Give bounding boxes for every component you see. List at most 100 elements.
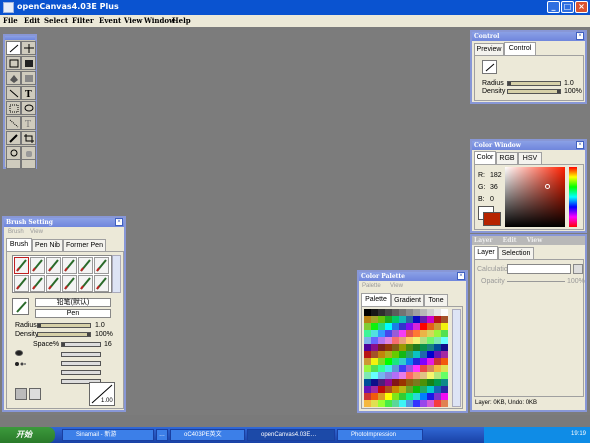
palette-swatch[interactable] [413,400,420,407]
palette-swatch[interactable] [434,309,441,316]
zoom-out-icon[interactable] [21,159,36,169]
tab-brush[interactable]: Brush [6,238,32,251]
palette-swatch[interactable] [434,365,441,372]
tab-hsv[interactable]: HSV [518,152,542,164]
text-select-icon[interactable]: T [21,116,36,130]
color-window-close-icon[interactable]: × [576,141,584,149]
palette-swatch[interactable] [413,330,420,337]
radius-slider[interactable] [507,81,561,86]
brush-menu-brush[interactable]: Brush [8,229,24,235]
brush-preset-icon[interactable] [46,275,61,292]
palette-swatch[interactable] [378,365,385,372]
palette-swatch[interactable] [371,372,378,379]
palette-swatch[interactable] [392,358,399,365]
palette-swatch[interactable] [427,372,434,379]
palette-swatch[interactable] [434,337,441,344]
palette-swatch[interactable] [378,309,385,316]
palette-swatch[interactable] [413,351,420,358]
palette-swatch[interactable] [406,344,413,351]
pressure-density-icon[interactable] [15,361,27,367]
tab-pen-nib[interactable]: Pen Nib [32,239,63,251]
palette-swatch[interactable] [399,344,406,351]
palette-swatch[interactable] [427,365,434,372]
crop-icon[interactable] [21,131,36,145]
palette-swatch[interactable] [399,316,406,323]
calculation-select[interactable] [507,264,571,274]
brush-close-icon[interactable]: × [115,218,123,226]
palette-swatch[interactable] [420,379,427,386]
palette-swatch[interactable] [364,316,371,323]
palette-swatch[interactable] [371,309,378,316]
palette-swatch[interactable] [441,351,448,358]
text-tool-icon[interactable]: T [21,86,36,100]
palette-swatch[interactable] [434,386,441,393]
space-slider[interactable] [61,342,101,347]
palette-swatch[interactable] [420,393,427,400]
layer-menu-edit[interactable]: Edit [503,237,517,244]
brush-preset-icon[interactable] [78,257,93,274]
palette-swatch[interactable] [434,323,441,330]
palette-swatch[interactable] [392,337,399,344]
palette-swatch[interactable] [420,337,427,344]
tab-tone[interactable]: Tone [424,294,448,306]
palette-swatch[interactable] [364,386,371,393]
palette-swatch[interactable] [385,351,392,358]
palette-swatch[interactable] [364,400,371,407]
tab-color[interactable]: Color [474,151,496,164]
tab-selection[interactable]: Selection [498,247,534,259]
palette-swatch[interactable] [434,379,441,386]
palette-swatch[interactable] [378,337,385,344]
brush-preset-icon[interactable] [94,257,109,274]
menu-filter[interactable]: Filter [72,16,94,25]
palette-swatch[interactable] [399,372,406,379]
palette-swatch[interactable] [427,400,434,407]
task-photoimpression[interactable]: PhotoImpression [337,429,423,441]
palette-swatch[interactable] [406,365,413,372]
palette-swatch[interactable] [371,330,378,337]
layer-options-icon[interactable] [573,264,583,274]
palette-swatch[interactable] [392,365,399,372]
palette-swatch[interactable] [364,393,371,400]
palette-swatch[interactable] [441,337,448,344]
palette-swatch[interactable] [427,344,434,351]
tool-palette-grip[interactable] [5,36,35,40]
zoom-in-icon[interactable] [6,159,21,169]
palette-swatch[interactable] [378,351,385,358]
palette-swatch[interactable] [364,372,371,379]
palette-swatch[interactable] [371,323,378,330]
palette-close-icon[interactable]: × [457,272,465,280]
selected-brush-icon[interactable] [12,298,29,315]
palette-swatch[interactable] [385,400,392,407]
brush-name-field[interactable]: 铅笔(默认) [35,298,111,307]
pen-tool-icon[interactable] [6,41,21,55]
palette-swatch[interactable] [399,309,406,316]
palette-swatch[interactable] [364,337,371,344]
palette-swatch[interactable] [371,393,378,400]
palette-swatch[interactable] [441,393,448,400]
palette-swatch[interactable] [406,309,413,316]
texture-swatch-1[interactable] [15,388,27,400]
palette-swatch[interactable] [364,351,371,358]
palette-swatch[interactable] [413,309,420,316]
start-button[interactable]: 开始 [0,427,55,443]
palette-swatch[interactable] [364,358,371,365]
palette-swatch[interactable] [406,351,413,358]
tab-preview[interactable]: Preview [474,43,504,55]
palette-swatch[interactable] [378,316,385,323]
saturation-value-field[interactable] [505,167,565,227]
layer-menu-layer[interactable]: Layer [474,237,493,244]
opacity-slider[interactable] [507,281,565,282]
palette-swatch[interactable] [392,309,399,316]
palette-swatch[interactable] [413,365,420,372]
gradient-icon[interactable] [21,71,36,85]
menu-help[interactable]: Help [172,16,191,25]
menu-file[interactable]: File [3,16,18,25]
line-tool-icon[interactable] [6,86,21,100]
palette-swatch[interactable] [392,351,399,358]
palette-swatch[interactable] [413,323,420,330]
brush-preset-icon[interactable] [14,275,29,292]
palette-swatch[interactable] [427,358,434,365]
current-color-swatch[interactable] [483,212,501,226]
palette-swatch[interactable] [413,316,420,323]
pressure-size-icon[interactable] [15,350,23,356]
